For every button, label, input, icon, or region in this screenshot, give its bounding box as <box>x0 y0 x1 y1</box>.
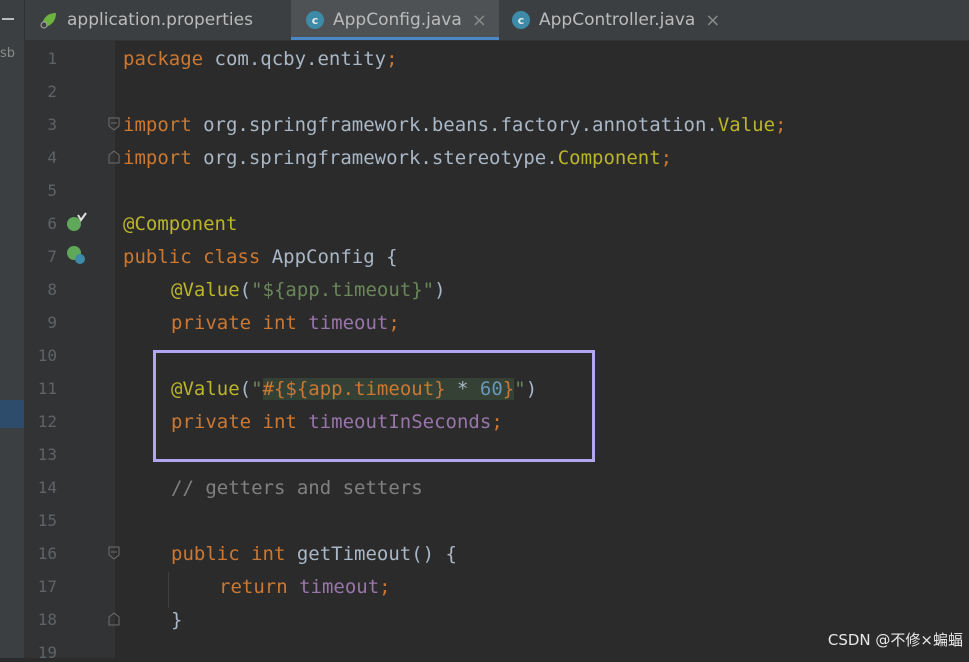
spring-leaf-icon <box>39 10 59 30</box>
close-tab-icon[interactable]: × <box>472 10 487 31</box>
project-tool-strip: sb <box>0 0 25 658</box>
java-class-icon: c <box>305 10 325 30</box>
line-number: 12 <box>37 412 57 431</box>
tab-label: application.properties <box>67 10 253 30</box>
line-number: 9 <box>47 313 57 332</box>
spring-bean-navigate-icon[interactable] <box>65 244 87 266</box>
code-line-17: return timeout; <box>219 576 391 598</box>
code-line-6: @Component <box>123 213 238 235</box>
editor-gutter[interactable]: 1 2 3 4 5 6 7 8 9 10 11 12 13 14 15 16 1… <box>25 41 120 662</box>
line-number: 14 <box>37 478 57 497</box>
code-line-8: @Value("${app.timeout}") <box>171 279 446 301</box>
line-number: 16 <box>37 544 57 563</box>
code-line-9: private int timeout; <box>171 312 400 334</box>
code-line-3: import org.springframework.beans.factory… <box>123 114 787 136</box>
tab-label: AppController.java <box>539 10 696 30</box>
line-number: 7 <box>47 247 57 266</box>
line-number: 5 <box>47 181 57 200</box>
line-number: 17 <box>37 577 57 596</box>
indent-guide <box>168 572 169 608</box>
java-class-icon: c <box>511 10 531 30</box>
highlight-annotation-box <box>153 350 595 462</box>
tab-label: AppConfig.java <box>333 10 462 30</box>
line-number: 13 <box>37 445 57 464</box>
line-number: 8 <box>47 280 57 299</box>
fold-marker-icon[interactable] <box>108 612 120 626</box>
code-line-16: public int getTimeout() { <box>171 543 457 565</box>
fold-marker-icon[interactable] <box>108 546 120 560</box>
code-line-18: } <box>171 609 183 631</box>
code-line-14: // getters and setters <box>171 477 423 499</box>
line-number: 3 <box>47 115 57 134</box>
tab-appconfig-java[interactable]: c AppConfig.java × <box>291 0 499 40</box>
line-number: 11 <box>37 379 57 398</box>
line-number: 18 <box>37 610 57 629</box>
line-number: 6 <box>47 214 57 233</box>
tab-application-properties[interactable]: application.properties <box>39 0 253 40</box>
project-tree-fragment[interactable]: sb <box>0 46 15 61</box>
line-number: 2 <box>47 82 57 101</box>
line-number: 10 <box>37 346 57 365</box>
line-number: 1 <box>47 49 57 68</box>
line-number: 4 <box>47 148 57 167</box>
editor-tab-bar: application.properties c AppConfig.java … <box>25 0 969 41</box>
line-number: 19 <box>37 643 57 662</box>
fold-marker-icon[interactable] <box>108 117 120 131</box>
watermark: CSDN @不修×蝙蝠 <box>827 631 963 649</box>
code-line-1: package com.qcby.entity; <box>123 48 398 70</box>
project-tree-selection <box>0 400 24 428</box>
tab-appcontroller-java[interactable]: c AppController.java × <box>511 0 720 40</box>
line-number: 15 <box>37 511 57 530</box>
code-line-7: public class AppConfig { <box>123 246 398 268</box>
minimize-icon[interactable] <box>2 18 14 20</box>
close-tab-icon[interactable]: × <box>705 10 720 31</box>
fold-marker-icon[interactable] <box>108 150 120 164</box>
spring-bean-icon[interactable] <box>65 211 87 233</box>
code-line-4: import org.springframework.stereotype.Co… <box>123 147 673 169</box>
active-tab-indicator <box>291 37 499 40</box>
